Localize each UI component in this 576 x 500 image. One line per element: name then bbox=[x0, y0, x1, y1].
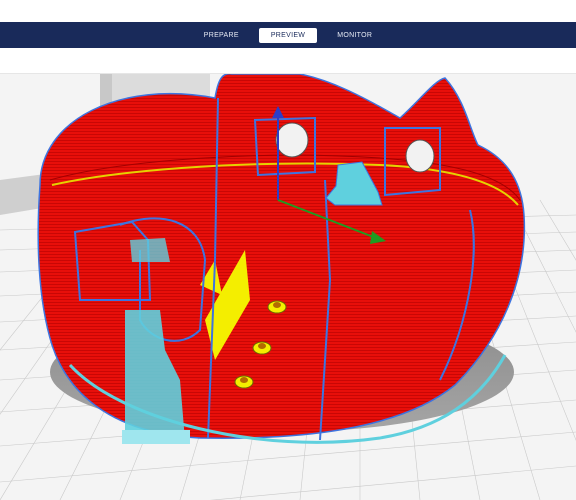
3d-viewport[interactable] bbox=[0, 74, 576, 500]
stage-menu-bar: PREPARE PREVIEW MONITOR bbox=[0, 22, 576, 48]
toolbar-strip bbox=[0, 48, 576, 74]
window-top-strip bbox=[0, 0, 576, 22]
tab-prepare[interactable]: PREPARE bbox=[192, 28, 251, 43]
tab-preview[interactable]: PREVIEW bbox=[258, 27, 318, 43]
tab-monitor[interactable]: MONITOR bbox=[325, 28, 384, 43]
